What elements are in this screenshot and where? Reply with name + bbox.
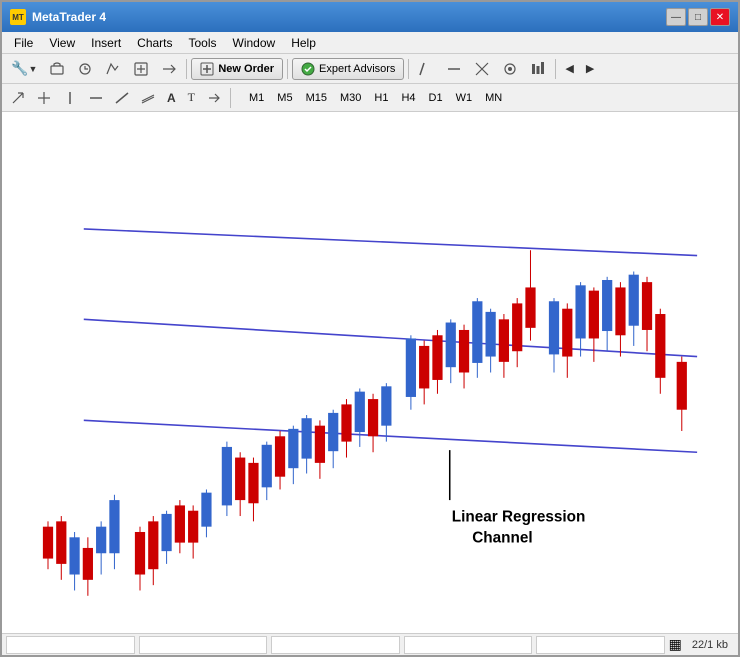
menu-charts[interactable]: Charts xyxy=(129,34,180,52)
toolbar-btn-indicators[interactable] xyxy=(497,57,523,81)
new-order-button[interactable]: New Order xyxy=(191,58,283,80)
toolbar-btn-4[interactable] xyxy=(128,57,154,81)
tf-w1[interactable]: W1 xyxy=(450,89,479,107)
timeframe-toolbar: M1 M5 M15 M30 H1 H4 D1 W1 MN xyxy=(243,89,508,107)
tool-trend-line[interactable] xyxy=(110,86,134,110)
toolbar-main: 🔧 ▼ New Order Expert Advisors xyxy=(2,54,738,84)
toolbar-btn-scroll-right[interactable]: ▶ xyxy=(581,57,599,81)
toolbar-btn-1[interactable] xyxy=(44,57,70,81)
toolbar-drawing: A T M1 M5 M15 M30 H1 H4 D1 W1 MN xyxy=(2,84,738,112)
toolbar-btn-periods[interactable] xyxy=(525,57,551,81)
toolbar-btn-zoom-out[interactable] xyxy=(441,57,467,81)
svg-text:Linear Regression: Linear Regression xyxy=(452,508,586,525)
menu-window[interactable]: Window xyxy=(225,34,284,52)
tf-m5[interactable]: M5 xyxy=(271,89,298,107)
close-button[interactable]: ✕ xyxy=(710,8,730,26)
menu-file[interactable]: File xyxy=(6,34,41,52)
expert-advisors-button[interactable]: Expert Advisors xyxy=(292,58,404,80)
tool-horizontal-line[interactable] xyxy=(84,86,108,110)
tf-m15[interactable]: M15 xyxy=(300,89,333,107)
maximize-button[interactable]: □ xyxy=(688,8,708,26)
toolbar-separator-4 xyxy=(555,59,556,79)
menu-view[interactable]: View xyxy=(41,34,83,52)
status-info: 22/1 kb xyxy=(686,639,734,651)
svg-text:Channel: Channel xyxy=(472,529,532,546)
main-window: MT MetaTrader 4 — □ ✕ File View Insert C… xyxy=(0,0,740,657)
title-bar: MT MetaTrader 4 — □ ✕ xyxy=(2,2,738,32)
status-segment-5 xyxy=(536,636,665,654)
menu-help[interactable]: Help xyxy=(283,34,324,52)
menu-bar: File View Insert Charts Tools Window Hel… xyxy=(2,32,738,54)
menu-tools[interactable]: Tools xyxy=(181,34,225,52)
tool-channel[interactable] xyxy=(136,86,160,110)
tool-text-a[interactable]: A xyxy=(162,86,181,110)
tf-m1[interactable]: M1 xyxy=(243,89,270,107)
minimize-button[interactable]: — xyxy=(666,8,686,26)
tf-mn[interactable]: MN xyxy=(479,89,508,107)
tf-m30[interactable]: M30 xyxy=(334,89,367,107)
tf-d1[interactable]: D1 xyxy=(423,89,449,107)
status-segment-3 xyxy=(271,636,400,654)
toolbar-btn-scroll-left[interactable]: ◀ xyxy=(560,57,578,81)
toolbar-separator-3 xyxy=(408,59,409,79)
tool-arrow[interactable] xyxy=(6,86,30,110)
toolbar-btn-5[interactable] xyxy=(156,57,182,81)
chart-svg: Linear Regression Channel xyxy=(2,112,738,633)
status-grid-icon: ▦ xyxy=(669,636,682,653)
tf-h4[interactable]: H4 xyxy=(395,89,421,107)
tf-h1[interactable]: H1 xyxy=(368,89,394,107)
toolbar-btn-2[interactable] xyxy=(72,57,98,81)
toolbar-btn-3[interactable] xyxy=(100,57,126,81)
toolbar-separator-2 xyxy=(287,59,288,79)
status-segment-1 xyxy=(6,636,135,654)
window-title: MetaTrader 4 xyxy=(32,10,666,24)
tool-text-t[interactable]: T xyxy=(183,86,200,110)
chart-area[interactable]: Linear Regression Channel xyxy=(2,112,738,633)
toolbar-btn-zoom-in[interactable] xyxy=(413,57,439,81)
toolbar2-separator-1 xyxy=(230,88,231,108)
window-controls: — □ ✕ xyxy=(666,8,730,26)
status-segment-4 xyxy=(404,636,533,654)
toolbar-separator-1 xyxy=(186,59,187,79)
tool-arrow-draw[interactable] xyxy=(202,86,226,110)
status-segment-2 xyxy=(139,636,268,654)
toolbar-btn-properties[interactable] xyxy=(469,57,495,81)
status-bar: ▦ 22/1 kb xyxy=(2,633,738,655)
tool-crosshair[interactable] xyxy=(32,86,56,110)
toolbar-nav-group[interactable]: 🔧 ▼ xyxy=(6,57,42,81)
menu-insert[interactable]: Insert xyxy=(83,34,129,52)
app-icon: MT xyxy=(10,9,26,25)
tool-vertical-line[interactable] xyxy=(58,86,82,110)
